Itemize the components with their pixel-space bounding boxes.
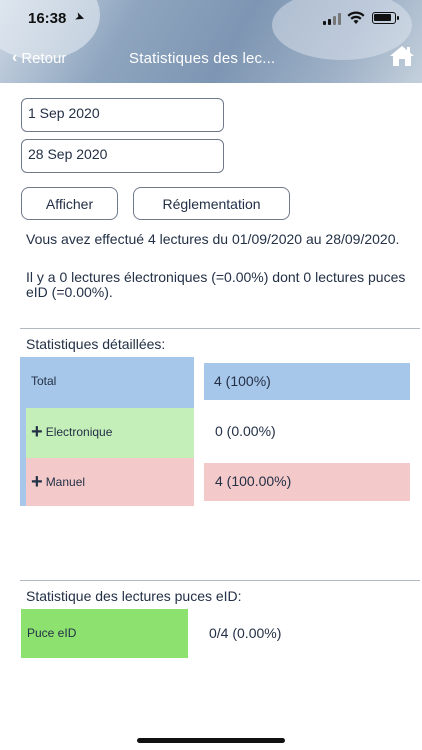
status-time: 16:38 <box>28 10 67 27</box>
detailed-stats-title: Statistiques détaillées: <box>26 336 166 352</box>
eid-value: 0/4 (0.00%) <box>209 625 282 641</box>
divider <box>20 328 420 329</box>
back-button[interactable]: ‹ Retour <box>12 49 66 67</box>
manual-value: 4 (100.00%) <box>215 473 292 489</box>
plus-icon: + <box>31 421 43 443</box>
summary-electronic: Il y a 0 lectures électroniques (=0.00%)… <box>26 269 406 300</box>
divider <box>20 580 420 581</box>
total-value: 4 (100%) <box>214 373 271 389</box>
status-bar: 16:38 ➤ <box>0 0 422 36</box>
total-label: Total <box>31 374 57 388</box>
end-date-field[interactable]: 28 Sep 2020 <box>21 139 224 173</box>
regulation-button[interactable]: Réglementation <box>133 187 290 220</box>
manual-expand[interactable]: + Manuel <box>31 471 86 493</box>
manual-label: Manuel <box>45 475 86 489</box>
electronic-expand[interactable]: + Electronique <box>31 421 113 443</box>
electronic-value: 0 (0.00%) <box>215 423 276 439</box>
electronic-label: Electronique <box>45 425 113 439</box>
summary-readings: Vous avez effectué 4 lectures du 01/09/2… <box>26 231 400 247</box>
home-icon[interactable] <box>389 44 415 68</box>
page-title: Statistiques des lec... <box>129 50 276 67</box>
eid-stats-title: Statistique des lectures puces eID: <box>26 588 242 604</box>
cellular-signal-icon <box>323 13 345 25</box>
wifi-icon <box>347 11 365 24</box>
location-arrow-icon: ➤ <box>72 8 88 26</box>
home-indicator <box>137 738 285 743</box>
start-date-field[interactable]: 1 Sep 2020 <box>21 98 224 132</box>
chevron-left-icon: ‹ <box>12 49 18 66</box>
back-label: Retour <box>21 49 67 67</box>
eid-label: Puce eID <box>27 626 77 640</box>
battery-icon <box>372 12 399 24</box>
plus-icon: + <box>31 471 43 493</box>
show-button[interactable]: Afficher <box>21 187 118 220</box>
